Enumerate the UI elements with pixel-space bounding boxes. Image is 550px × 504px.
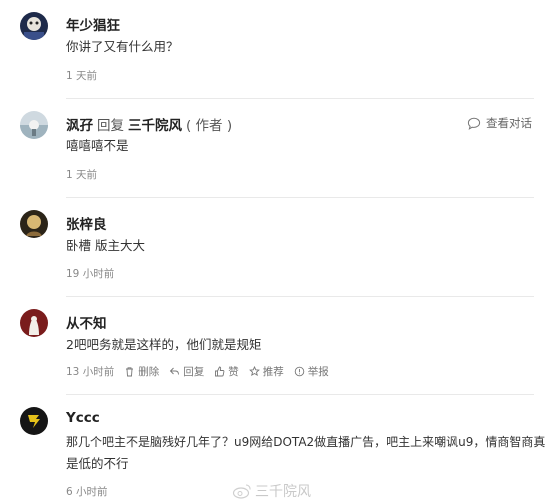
divider xyxy=(66,394,534,395)
watermark-text: 三千院风 xyxy=(255,484,311,500)
comment-text-line-1: 那几个吧主不是脑残好几年了？u9网给DOTA2做直播广告，吧主上来嘲讽u9，情商… xyxy=(66,435,546,449)
delete-label: 删除 xyxy=(138,366,160,378)
avatar[interactable] xyxy=(20,111,48,139)
reply-label: 回复 xyxy=(183,366,205,378)
avatar[interactable] xyxy=(20,407,48,435)
comment-meta: 13 小时前 删除 回复 赞 推荐 举报 xyxy=(66,364,329,379)
timestamp: 6 小时前 xyxy=(66,486,108,498)
comment-text-line-2: 是低的不行 xyxy=(66,456,129,471)
timestamp: 13 小时前 xyxy=(66,366,115,378)
report-label: 举报 xyxy=(307,366,329,378)
divider xyxy=(66,197,534,198)
reply-word: 回复 xyxy=(97,118,124,134)
reply-target-username[interactable]: 三千院风 xyxy=(128,118,182,134)
star-icon xyxy=(248,366,260,377)
avatar[interactable] xyxy=(20,210,48,238)
comment-text: 嘻嘻嘻不是 xyxy=(66,138,129,153)
author-tag: ( 作者 ) xyxy=(186,118,233,134)
username-line: 沨孖 回复 三千院风( 作者 ) xyxy=(66,114,232,134)
reply-arrow-icon xyxy=(170,367,180,375)
view-conversation-label: 查看对话 xyxy=(486,116,532,130)
timestamp: 1 天前 xyxy=(66,70,98,82)
thumbs-up-icon xyxy=(215,366,225,377)
username[interactable]: 沨孖 xyxy=(66,118,93,134)
conversation-icon xyxy=(467,117,481,130)
comment-text: 你讲了又有什么用？ xyxy=(66,39,179,54)
comment-text: 2吧吧务就是这样的，他们就是规矩 xyxy=(66,337,262,352)
weibo-watermark: 三千院风 xyxy=(232,481,311,501)
username[interactable]: 年少猖狂 xyxy=(66,14,120,34)
like-label: 赞 xyxy=(228,366,239,378)
timestamp: 1 天前 xyxy=(66,169,98,181)
recommend-button[interactable]: 推荐 xyxy=(248,364,284,379)
username[interactable]: 从不知 xyxy=(66,312,107,332)
view-conversation-button[interactable]: 查看对话 xyxy=(467,115,532,131)
avatar[interactable] xyxy=(20,309,48,337)
divider xyxy=(66,98,534,99)
delete-button[interactable]: 删除 xyxy=(124,364,159,379)
avatar[interactable] xyxy=(20,12,48,40)
timestamp: 19 小时前 xyxy=(66,268,115,280)
report-button[interactable]: 举报 xyxy=(294,364,329,379)
recommend-label: 推荐 xyxy=(262,366,284,378)
username[interactable]: Yccc xyxy=(66,410,100,426)
like-button[interactable]: 赞 xyxy=(214,364,239,379)
trash-icon xyxy=(126,367,134,377)
comment-text: 卧槽 版主大大 xyxy=(66,238,145,253)
weibo-logo-icon xyxy=(232,484,251,499)
alert-icon xyxy=(294,366,304,377)
username[interactable]: 张梓良 xyxy=(66,213,107,233)
divider xyxy=(66,296,534,297)
reply-button[interactable]: 回复 xyxy=(169,364,204,379)
